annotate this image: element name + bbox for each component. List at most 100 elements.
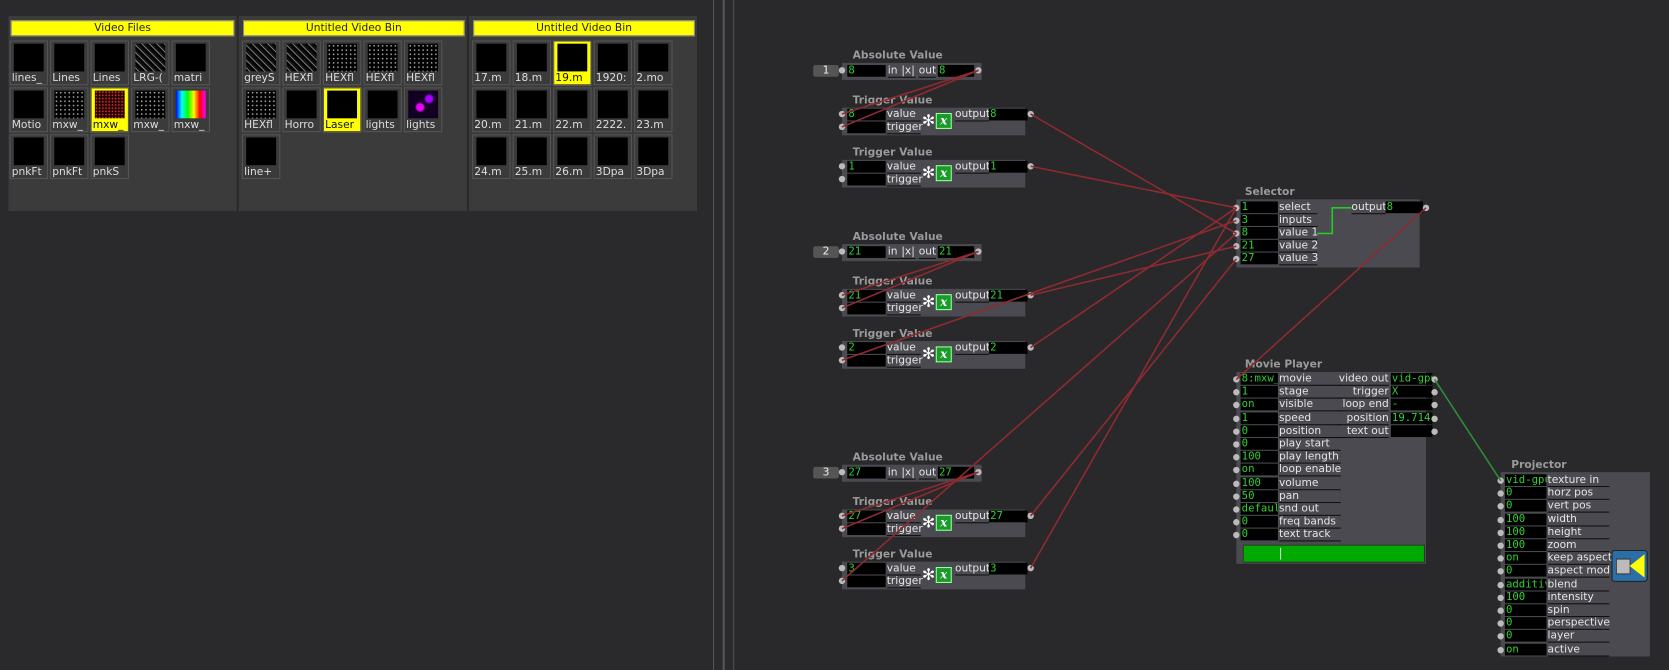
media-thumbnail[interactable]: lines_ — [9, 40, 48, 86]
trigger-field[interactable] — [847, 302, 886, 315]
trigger-field[interactable] — [847, 354, 886, 367]
value-field[interactable]: on — [1240, 399, 1278, 411]
media-thumbnail[interactable]: 17.m — [472, 40, 511, 86]
value-field[interactable]: 100 — [1240, 451, 1278, 463]
output-field[interactable] — [1390, 425, 1433, 437]
outlet[interactable] — [1027, 110, 1034, 118]
inlet[interactable] — [1233, 255, 1240, 263]
media-thumbnail[interactable]: HEXfl — [322, 40, 362, 86]
bin-title[interactable]: Video Files — [10, 20, 235, 37]
inlet[interactable] — [1233, 506, 1240, 513]
inlet[interactable] — [1497, 607, 1504, 614]
value-field[interactable]: 3 — [847, 562, 886, 575]
media-thumbnail[interactable]: LRG-( — [131, 40, 170, 86]
trigger-inlet[interactable] — [838, 304, 846, 312]
inlet[interactable] — [1233, 441, 1240, 448]
value-field[interactable]: 50 — [1240, 490, 1278, 502]
value-field[interactable]: 3 — [1240, 214, 1278, 226]
inlet[interactable] — [1497, 581, 1504, 588]
inlet[interactable] — [1233, 217, 1240, 224]
outlet[interactable] — [975, 248, 982, 255]
inlet[interactable] — [1497, 516, 1504, 523]
value-inlet[interactable] — [838, 292, 846, 299]
value-field[interactable]: 0 — [1240, 425, 1278, 437]
output-field[interactable]: 21 — [989, 289, 1028, 302]
inlet[interactable] — [1497, 542, 1504, 549]
media-thumbnail[interactable]: pnkFt — [50, 134, 89, 180]
output-field[interactable]: 27 — [989, 510, 1028, 523]
value-field[interactable]: 8 — [1240, 227, 1278, 239]
outlet[interactable] — [1431, 428, 1438, 435]
media-thumbnail[interactable]: 3Dpa — [634, 134, 673, 180]
output-field[interactable]: 2 — [989, 342, 1028, 354]
media-thumbnail[interactable]: 22.m — [553, 87, 592, 133]
media-thumbnail[interactable]: greyS — [241, 40, 281, 86]
trigger-field[interactable] — [847, 575, 886, 588]
value-field[interactable]: additive — [1504, 578, 1547, 591]
media-thumbnail[interactable]: lights — [363, 87, 402, 133]
output-field[interactable]: 21 — [937, 246, 975, 258]
inlet[interactable] — [1233, 415, 1240, 422]
value-field[interactable]: 27 — [1240, 252, 1278, 265]
output-field[interactable]: 8 — [1385, 201, 1423, 214]
outlet[interactable] — [975, 67, 982, 74]
bin-title[interactable]: Untitled Video Bin — [473, 20, 695, 37]
value-field[interactable]: 8 — [847, 108, 886, 121]
value-field[interactable]: 0 — [1504, 487, 1547, 499]
value-field[interactable]: 0 — [1504, 500, 1547, 513]
output-field[interactable]: 1 — [989, 160, 1028, 173]
media-thumbnail[interactable]: mxw_ — [90, 87, 129, 133]
value-inlet[interactable] — [838, 512, 846, 520]
media-thumbnail[interactable]: Laser — [322, 87, 362, 133]
playhead[interactable] — [1279, 547, 1281, 560]
media-thumbnail[interactable]: mxw_ — [50, 87, 89, 133]
outlet[interactable] — [1422, 204, 1430, 212]
value-inlet[interactable] — [838, 564, 846, 572]
media-thumbnail[interactable]: 21.m — [512, 87, 552, 133]
media-thumbnail[interactable]: HEXfl — [363, 40, 402, 86]
inlet[interactable] — [1233, 376, 1240, 383]
value-field[interactable]: 1 — [1240, 201, 1278, 214]
output-field[interactable]: vid-gpu — [1390, 373, 1433, 385]
value-field[interactable]: 0 — [1240, 438, 1278, 450]
value-field[interactable]: 0 — [1240, 529, 1278, 541]
value-field[interactable]: 100 — [1240, 477, 1278, 489]
media-thumbnail[interactable]: HEXfl — [241, 87, 281, 133]
media-thumbnail[interactable]: Lines — [50, 40, 89, 86]
input-field[interactable]: 21 — [847, 246, 886, 258]
outlet[interactable] — [1027, 512, 1034, 520]
inlet[interactable] — [1497, 646, 1504, 653]
value-field[interactable]: on — [1504, 643, 1547, 656]
value-inlet[interactable] — [838, 110, 846, 118]
trigger-inlet[interactable] — [838, 577, 846, 585]
inlet[interactable] — [1233, 230, 1240, 237]
value-field[interactable]: 100 — [1504, 513, 1547, 526]
trigger-inlet[interactable] — [838, 123, 846, 131]
value-field[interactable]: 1 — [847, 160, 886, 173]
value-field[interactable]: 100 — [1504, 539, 1547, 552]
value-field[interactable]: 0 — [1504, 565, 1547, 578]
media-thumbnail[interactable]: Lines — [90, 40, 129, 86]
value-field[interactable]: 2 — [847, 342, 886, 354]
media-thumbnail[interactable]: pnkS — [90, 134, 129, 180]
value-field[interactable]: 21 — [847, 289, 886, 302]
output-field[interactable]: X — [1390, 386, 1433, 398]
inlet[interactable] — [1497, 529, 1504, 536]
value-field[interactable]: 0 — [1504, 630, 1547, 643]
value-field[interactable]: on — [1504, 552, 1547, 565]
inlet[interactable] — [1233, 493, 1240, 500]
number-box[interactable]: 3 — [813, 466, 839, 479]
media-thumbnail[interactable]: lights — [403, 87, 443, 133]
media-thumbnail[interactable]: 26.m — [553, 134, 592, 180]
inlet[interactable] — [838, 468, 846, 476]
media-thumbnail[interactable]: mxw_ — [131, 87, 170, 133]
value-field[interactable]: 21 — [1240, 239, 1278, 252]
trigger-field[interactable] — [847, 173, 886, 186]
value-field[interactable]: default — [1240, 503, 1278, 515]
output-field[interactable]: 27 — [937, 466, 975, 479]
media-thumbnail[interactable]: 1920: — [593, 40, 633, 86]
value-field[interactable]: vid-gpu — [1504, 474, 1547, 487]
inlet[interactable] — [1233, 204, 1240, 212]
value-field[interactable]: 0 — [1240, 516, 1278, 528]
media-thumbnail[interactable]: 25.m — [512, 134, 552, 180]
